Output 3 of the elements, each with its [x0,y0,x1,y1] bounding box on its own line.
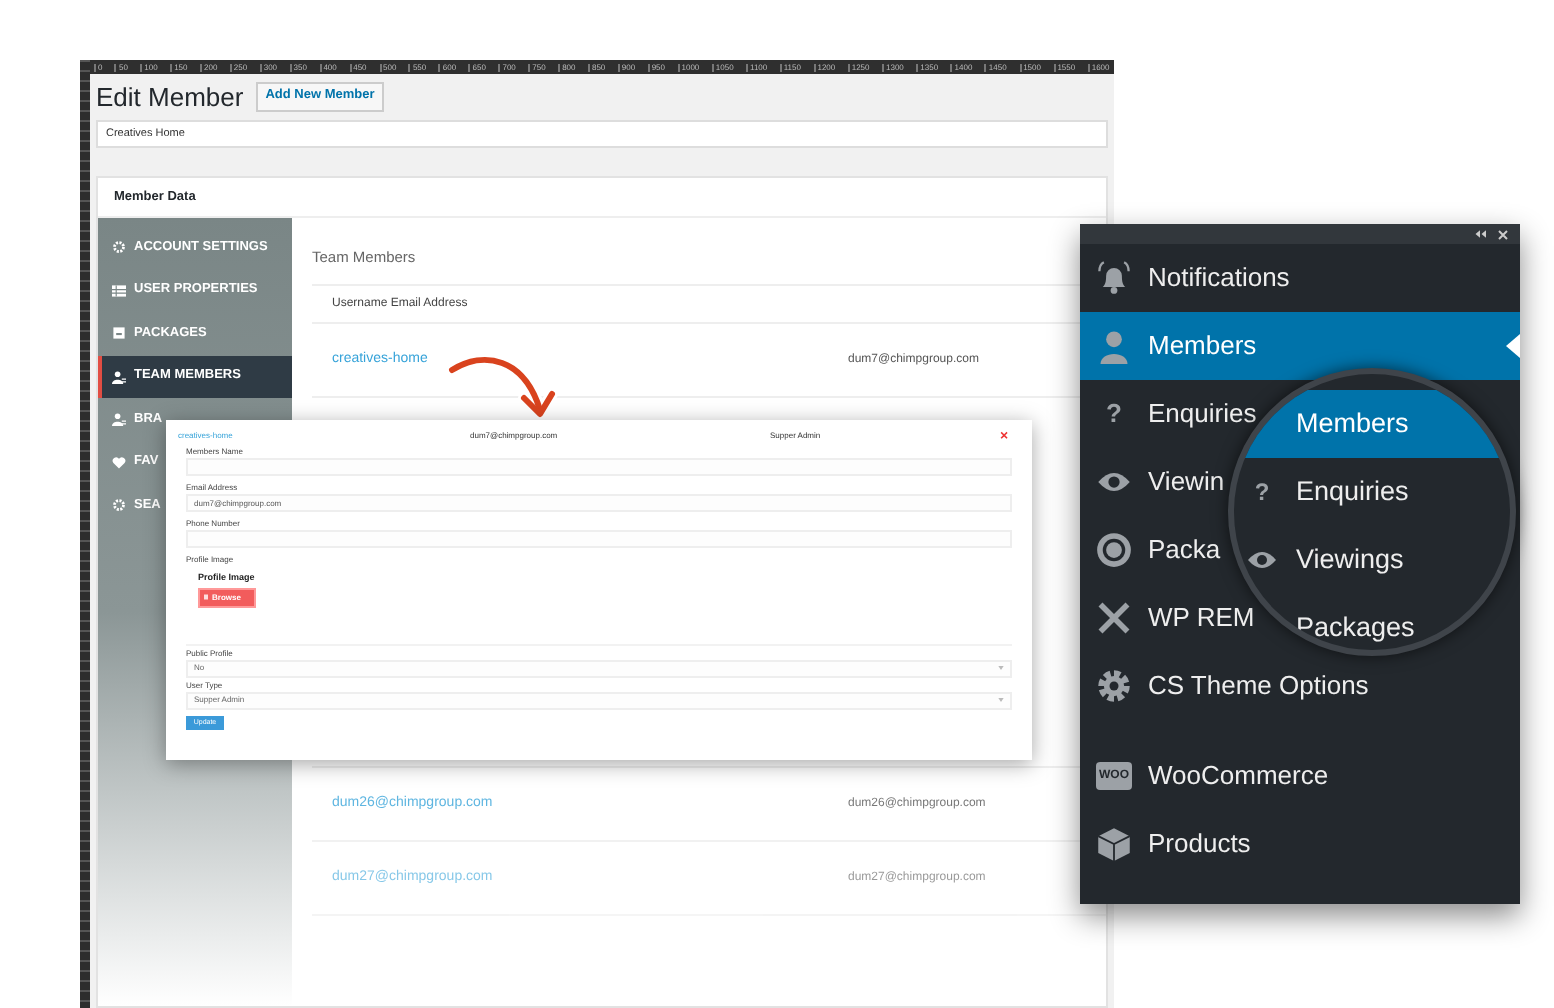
page-title: Edit Member [96,79,244,116]
question-icon: ? [1096,394,1132,434]
question-icon: ? [1246,474,1278,510]
